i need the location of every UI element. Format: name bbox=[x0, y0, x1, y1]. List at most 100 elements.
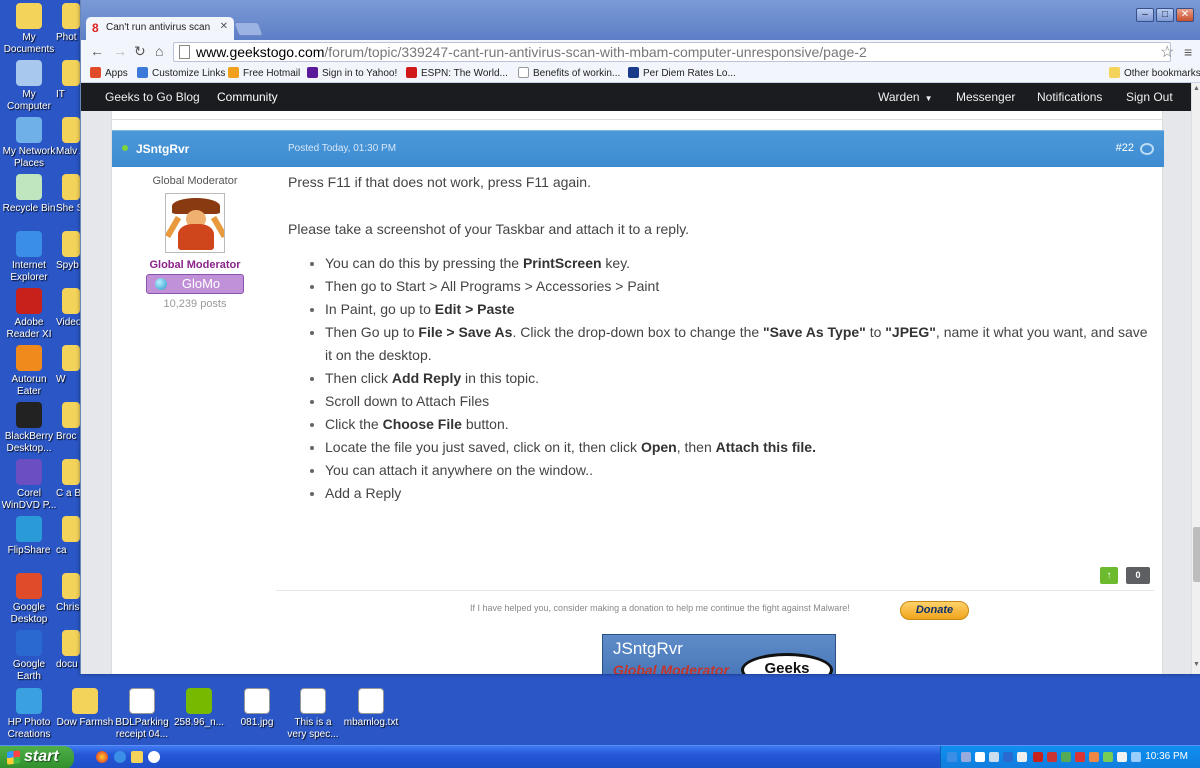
tray-volume-icon[interactable] bbox=[961, 752, 971, 762]
bookmark-item[interactable]: ESPN: The World... bbox=[406, 67, 508, 79]
post-number-link[interactable]: #22 bbox=[1116, 142, 1134, 154]
text-file-icon bbox=[358, 688, 384, 714]
close-window-button[interactable]: ✕ bbox=[1176, 8, 1194, 22]
desktop-icon[interactable]: My Computer bbox=[0, 60, 58, 113]
list-item: Then Go up to File > Save As. Click the … bbox=[310, 321, 1151, 367]
maximize-button[interactable]: □ bbox=[1156, 8, 1174, 22]
tray-monitor-icon[interactable] bbox=[975, 752, 985, 762]
clock[interactable]: 10:36 PM bbox=[1145, 751, 1188, 762]
list-item-bold-text: Edit > Paste bbox=[434, 301, 515, 317]
scrollbar-thumb[interactable] bbox=[1193, 527, 1200, 582]
bookmark-star-icon[interactable]: ☆ bbox=[1160, 42, 1174, 62]
tray-network-icon[interactable] bbox=[947, 752, 957, 762]
desktop-icon-label: BDLParking receipt 04... bbox=[115, 717, 169, 740]
other-bookmarks[interactable]: Other bookmarks bbox=[1109, 67, 1200, 79]
desktop-icon-label: 081.jpg bbox=[240, 717, 274, 728]
list-item: Scroll down to Attach Files bbox=[310, 390, 1151, 413]
tray-speaker-icon[interactable] bbox=[1117, 752, 1127, 762]
nav-user-menu[interactable]: Warden ▼ bbox=[878, 90, 933, 104]
desktop-icon[interactable]: FlipShare bbox=[0, 516, 58, 557]
scroll-down-icon[interactable]: ▼ bbox=[1193, 661, 1200, 668]
tray-messenger-icon[interactable] bbox=[989, 752, 999, 762]
desktop-icon[interactable]: 258.96_n... bbox=[170, 688, 228, 729]
tray-security-icon[interactable] bbox=[1047, 752, 1057, 762]
network-icon bbox=[16, 117, 42, 143]
tray-usb-icon[interactable] bbox=[1017, 752, 1027, 762]
ie-quicklaunch-icon[interactable] bbox=[114, 751, 126, 763]
desktop-icon[interactable]: mbamlog.txt bbox=[342, 688, 400, 729]
home-icon[interactable]: ⌂ bbox=[155, 43, 163, 59]
bookmark-item[interactable]: Sign in to Yahoo! bbox=[307, 67, 397, 79]
bookmark-favicon-icon bbox=[307, 67, 318, 78]
desktop-icon[interactable]: Adobe Reader XI bbox=[0, 288, 58, 341]
minimize-button[interactable]: – bbox=[1136, 8, 1154, 22]
back-icon[interactable]: ← bbox=[90, 43, 104, 59]
geekstogo-favicon-icon: 8 bbox=[92, 21, 99, 35]
desktop-icon[interactable]: BlackBerry Desktop... bbox=[0, 402, 58, 455]
list-item-text: You can do this by pressing the bbox=[325, 255, 523, 271]
desktop-icon[interactable]: 081.jpg bbox=[228, 688, 286, 729]
page-scrollbar[interactable]: ▲ ▼ bbox=[1191, 83, 1200, 674]
desktop-icon[interactable]: My Documents bbox=[0, 3, 58, 56]
desktop-icon-label: Recycle Bin bbox=[2, 203, 56, 214]
desktop-icon[interactable]: Google Desktop bbox=[0, 573, 58, 626]
nav-messenger-link[interactable]: Messenger bbox=[956, 90, 1015, 104]
nav-notifications-link[interactable]: Notifications bbox=[1037, 90, 1102, 104]
new-tab-button[interactable] bbox=[233, 22, 264, 36]
tray-app-icon[interactable] bbox=[1061, 752, 1071, 762]
nvidia-icon bbox=[186, 688, 212, 714]
tray-expand-icon[interactable] bbox=[1131, 752, 1141, 762]
bookmark-item[interactable]: Apps bbox=[90, 67, 128, 79]
computer-icon bbox=[16, 60, 42, 86]
signature-name: JSntgRvr bbox=[613, 639, 683, 658]
scroll-up-icon[interactable]: ▲ bbox=[1193, 85, 1200, 92]
tray-shield-icon[interactable] bbox=[1075, 752, 1085, 762]
donate-button[interactable]: Donate bbox=[900, 601, 969, 620]
reload-icon[interactable]: ↻ bbox=[134, 43, 146, 60]
start-button[interactable]: start bbox=[0, 746, 74, 768]
desktop-icon[interactable]: Internet Explorer bbox=[0, 231, 58, 284]
desktop-icon-label: BlackBerry Desktop... bbox=[4, 431, 54, 454]
close-tab-icon[interactable]: ✕ bbox=[220, 21, 228, 32]
desktop-icon[interactable]: Corel WinDVD P... bbox=[0, 459, 58, 512]
address-bar[interactable]: www.geekstogo.com/forum/topic/339247-can… bbox=[173, 42, 1171, 62]
tray-bluetooth-icon[interactable] bbox=[1003, 752, 1013, 762]
nav-blog-link[interactable]: Geeks to Go Blog bbox=[105, 90, 200, 104]
instructions-list: You can do this by pressing the PrintScr… bbox=[310, 252, 1151, 505]
browser-tab[interactable]: 8 Can't run antivirus scan ✕ bbox=[86, 17, 234, 40]
tray-adobe-icon[interactable] bbox=[1033, 752, 1043, 762]
bookmark-item[interactable]: Per Diem Rates Lo... bbox=[628, 67, 736, 79]
bookmark-item[interactable]: Free Hotmail bbox=[228, 67, 300, 79]
tray-update-icon[interactable] bbox=[1089, 752, 1099, 762]
upvote-button[interactable]: ↑ bbox=[1100, 567, 1118, 584]
forward-icon[interactable]: → bbox=[113, 43, 127, 59]
chrome-running-icon[interactable] bbox=[148, 751, 160, 763]
list-item-text: to bbox=[865, 324, 886, 340]
desktop-icon-label: This is a very spec... bbox=[287, 717, 339, 740]
desktop-icon[interactable]: Google Earth bbox=[0, 630, 58, 683]
globe-icon bbox=[155, 278, 167, 290]
desktop-icon[interactable]: Dow Farmsh bbox=[56, 688, 114, 729]
other-bookmarks-label: Other bookmarks bbox=[1124, 68, 1200, 79]
nav-community-link[interactable]: Community bbox=[217, 90, 278, 104]
desktop-icon[interactable]: Autorun Eater bbox=[0, 345, 58, 398]
desktop-icon[interactable]: This is a very spec... bbox=[284, 688, 342, 741]
folder-icon bbox=[62, 174, 80, 200]
desktop-icon[interactable]: HP Photo Creations bbox=[0, 688, 58, 741]
explorer-quicklaunch-icon[interactable] bbox=[131, 751, 143, 763]
author-title: Global Moderator bbox=[152, 175, 238, 187]
nav-sign-out-link[interactable]: Sign Out bbox=[1126, 90, 1173, 104]
chrome-quicklaunch-icon[interactable] bbox=[96, 751, 108, 763]
google-earth-icon bbox=[16, 630, 42, 656]
post-author[interactable]: JSntgRvr bbox=[136, 142, 189, 156]
desktop-icon[interactable]: Recycle Bin bbox=[0, 174, 58, 215]
bookmark-item[interactable]: Benefits of workin... bbox=[518, 67, 620, 79]
tray-wifi-icon[interactable] bbox=[1103, 752, 1113, 762]
desktop-icon-label: FlipShare bbox=[7, 545, 51, 556]
share-icon[interactable] bbox=[1140, 143, 1154, 155]
desktop-icon[interactable]: BDLParking receipt 04... bbox=[113, 688, 171, 741]
avatar[interactable] bbox=[165, 193, 225, 253]
bookmark-item[interactable]: Customize Links bbox=[137, 67, 225, 79]
menu-icon[interactable]: ≡ bbox=[1184, 44, 1192, 60]
desktop-icon[interactable]: My Network Places bbox=[0, 117, 58, 170]
